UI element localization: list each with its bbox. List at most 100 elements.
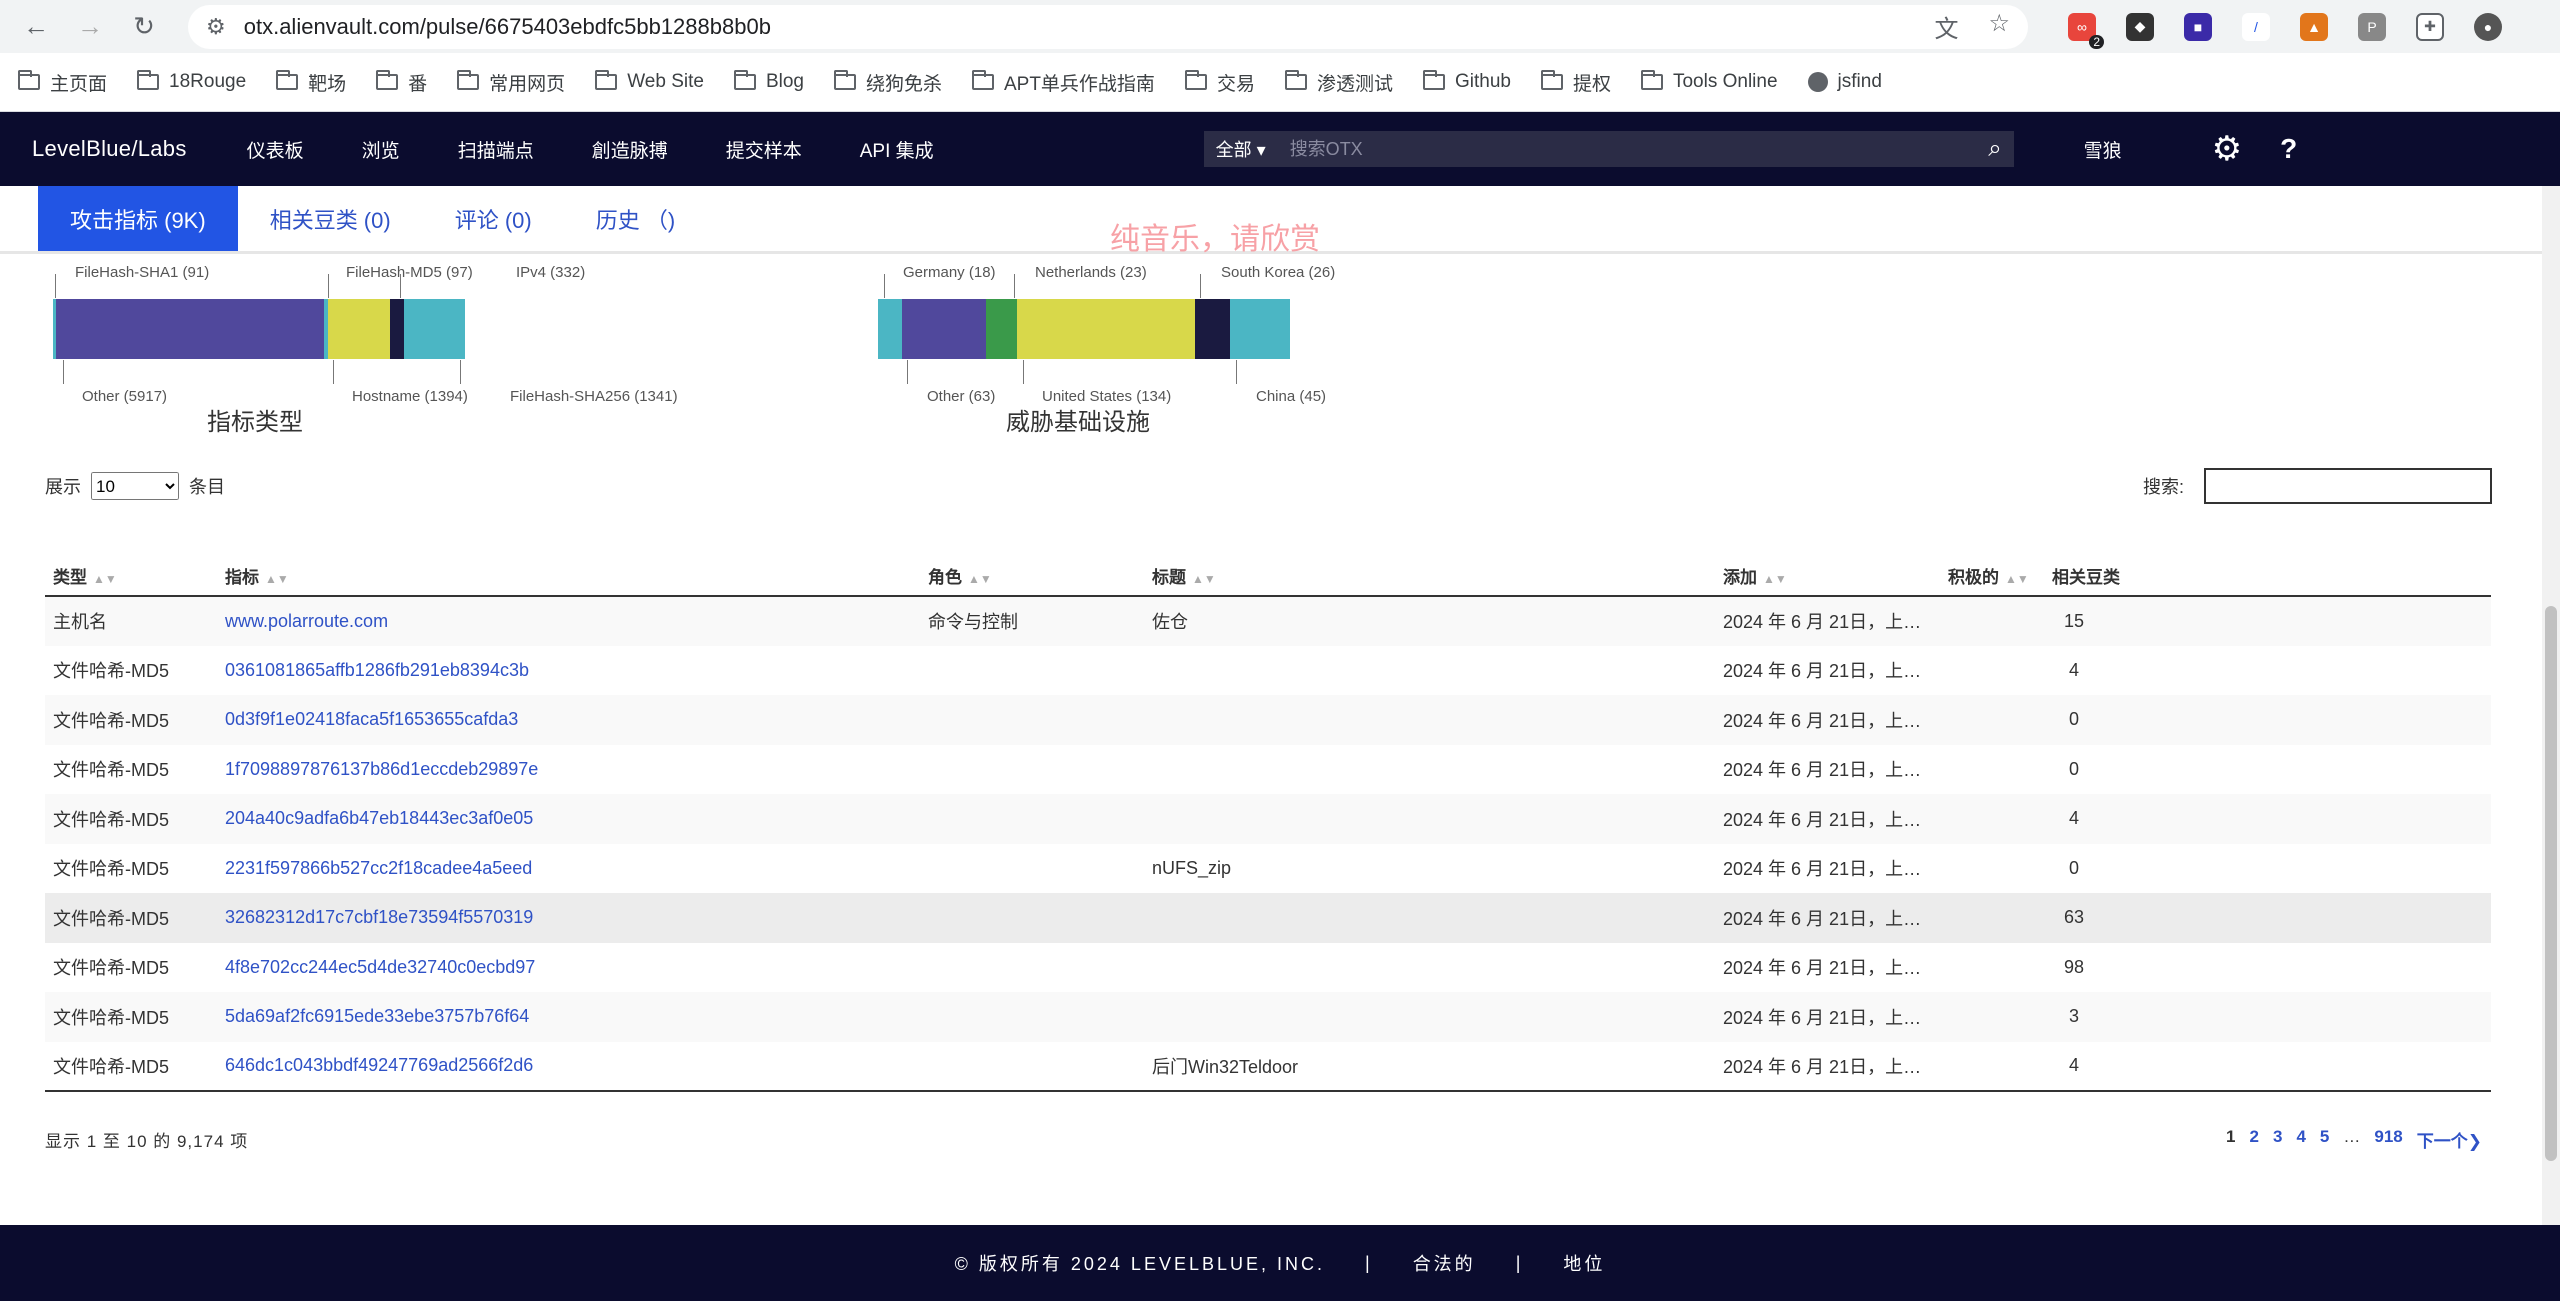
leader-line bbox=[460, 360, 461, 384]
cell-active bbox=[1940, 844, 2044, 894]
bookmark-folder[interactable]: Web Site bbox=[595, 70, 704, 93]
nav-item-dashboard[interactable]: 仪表板 bbox=[247, 136, 304, 163]
bookmark-folder[interactable]: 提权 bbox=[1540, 69, 1611, 96]
table-row[interactable]: 文件哈希-MD5 0d3f9f1e02418faca5f1653655cafda… bbox=[45, 695, 2491, 745]
bookmark-folder[interactable]: 靶场 bbox=[276, 69, 346, 96]
cell-indicator-link[interactable]: www.polarroute.com bbox=[217, 596, 920, 646]
column-header-added[interactable]: 添加 ▲▼ bbox=[1715, 556, 1940, 597]
site-footer: © 版权所有 2024 LEVELBLUE, INC. | 合法的 | 地位 bbox=[0, 1225, 2560, 1301]
cell-indicator-link[interactable]: 5da69af2fc6915ede33ebe3757b76f64 bbox=[217, 992, 920, 1042]
page-link[interactable]: 3 bbox=[2273, 1127, 2282, 1152]
bookmark-folder[interactable]: 绕狗免杀 bbox=[833, 69, 942, 96]
cell-indicator-link[interactable]: 204a40c9adfa6b47eb18443ec3af0e05 bbox=[217, 794, 920, 844]
bookmark-star-icon[interactable]: ☆ bbox=[1988, 9, 2010, 44]
table-row[interactable]: 文件哈希-MD5 32682312d17c7cbf18e73594f557031… bbox=[45, 893, 2491, 943]
nav-item-scan-endpoints[interactable]: 扫描端点 bbox=[458, 136, 534, 163]
table-row[interactable]: 文件哈希-MD5 4f8e702cc244ec5d4de32740c0ecbd9… bbox=[45, 943, 2491, 993]
column-header-role[interactable]: 角色 ▲▼ bbox=[920, 556, 1144, 597]
cell-related-pulses: 0 bbox=[2044, 844, 2491, 894]
spy-extension-icon[interactable]: ◆ bbox=[2126, 12, 2154, 41]
table-search-input[interactable] bbox=[2204, 468, 2492, 504]
fox-extension-icon[interactable]: ▲ bbox=[2300, 12, 2328, 41]
cell-indicator-link[interactable]: 0361081865affb1286fb291eb8394c3b bbox=[217, 646, 920, 696]
gear-icon[interactable]: ⚙ bbox=[2212, 129, 2242, 169]
table-row[interactable]: 文件哈希-MD5 0361081865affb1286fb291eb8394c3… bbox=[45, 646, 2491, 696]
page-scrollbar[interactable] bbox=[2542, 186, 2560, 1225]
tab-indicators[interactable]: 攻击指标 (9K) bbox=[38, 186, 238, 251]
column-header-title[interactable]: 标题 ▲▼ bbox=[1144, 556, 1715, 597]
table-row[interactable]: 文件哈希-MD5 1f7098897876137b86d1eccdeb29897… bbox=[45, 745, 2491, 795]
table-row[interactable]: 文件哈希-MD5 5da69af2fc6915ede33ebe3757b76f6… bbox=[45, 992, 2491, 1042]
translate-icon[interactable]: 文 bbox=[1934, 9, 1958, 44]
search-scope-dropdown[interactable]: 全部 ▾ bbox=[1216, 136, 1266, 162]
cell-title bbox=[1144, 794, 1715, 844]
column-header-indicator[interactable]: 指标 ▲▼ bbox=[217, 556, 920, 597]
p-extension-icon[interactable]: P bbox=[2358, 12, 2386, 41]
extension-icon[interactable]: ∞ 2 bbox=[2068, 12, 2104, 49]
cell-indicator-link[interactable]: 2231f597866b527cc2f18cadee4a5eed bbox=[217, 844, 920, 894]
page-size-select[interactable]: 10 bbox=[91, 472, 179, 500]
help-icon[interactable]: ? bbox=[2280, 133, 2297, 165]
bookmark-folder[interactable]: 主页面 bbox=[18, 69, 107, 96]
profile-avatar[interactable]: ● bbox=[2474, 12, 2502, 41]
bookmark-folder[interactable]: 交易 bbox=[1184, 69, 1255, 96]
cell-related-pulses: 98 bbox=[2044, 943, 2491, 993]
bookmarks-bar: 主页面 18Rouge 靶场 番 常用网页 Web Site Blog 绕狗免杀… bbox=[0, 53, 2560, 112]
nav-item-submit-sample[interactable]: 提交样本 bbox=[726, 136, 802, 163]
cell-role bbox=[920, 695, 1144, 745]
address-bar[interactable]: ⚙ otx.alienvault.com/pulse/6675403ebdfc5… bbox=[188, 4, 2028, 49]
table-row[interactable]: 文件哈希-MD5 646dc1c043bbdf49247769ad2566f2d… bbox=[45, 1041, 2491, 1092]
bookmark-folder[interactable]: 常用网页 bbox=[457, 69, 565, 96]
tab-history[interactable]: 历史 （) bbox=[564, 186, 707, 251]
cell-indicator-link[interactable]: 32682312d17c7cbf18e73594f5570319 bbox=[217, 893, 920, 943]
user-menu[interactable]: 雪狼 bbox=[2084, 136, 2122, 163]
next-page-button[interactable]: 下一个❯ bbox=[2417, 1127, 2482, 1152]
bookmark-folder[interactable]: Blog bbox=[733, 70, 804, 93]
bar-segment-hostname bbox=[56, 299, 324, 359]
cell-related-pulses: 0 bbox=[2044, 745, 2491, 795]
cell-indicator-link[interactable]: 0d3f9f1e02418faca5f1653655cafda3 bbox=[217, 695, 920, 745]
cell-indicator-link[interactable]: 646dc1c043bbdf49247769ad2566f2d6 bbox=[217, 1041, 920, 1092]
site-info-icon[interactable]: ⚙ bbox=[206, 14, 226, 40]
search-input[interactable] bbox=[1289, 138, 1989, 160]
back-icon[interactable]: ← bbox=[16, 7, 56, 47]
table-row[interactable]: 文件哈希-MD5 2231f597866b527cc2f18cadee4a5ee… bbox=[45, 844, 2491, 894]
page-link-last[interactable]: 918 bbox=[2374, 1127, 2402, 1152]
page-link[interactable]: 5 bbox=[2320, 1127, 2329, 1152]
url-text[interactable]: otx.alienvault.com/pulse/6675403ebdfc5bb… bbox=[244, 14, 1935, 40]
cube-extension-icon[interactable]: ■ bbox=[2184, 12, 2212, 41]
legal-link[interactable]: 合法的 bbox=[1413, 1250, 1476, 1276]
cell-indicator-link[interactable]: 4f8e702cc244ec5d4de32740c0ecbd97 bbox=[217, 943, 920, 993]
bookmark-label: 渗透测试 bbox=[1316, 73, 1393, 95]
page-link[interactable]: 4 bbox=[2296, 1127, 2305, 1152]
status-link[interactable]: 地位 bbox=[1563, 1250, 1605, 1276]
nav-item-create-pulse[interactable]: 創造脉搏 bbox=[592, 136, 668, 163]
bookmark-folder[interactable]: 18Rouge bbox=[137, 70, 246, 93]
search-icon[interactable]: ⌕ bbox=[1988, 135, 2001, 163]
scrollbar-thumb[interactable] bbox=[2545, 606, 2557, 1161]
bookmark-link[interactable]: jsfind bbox=[1807, 71, 1882, 93]
column-header-active[interactable]: 积极的 ▲▼ bbox=[1940, 556, 2044, 597]
column-header-type[interactable]: 类型 ▲▼ bbox=[45, 556, 217, 597]
bookmark-folder[interactable]: 番 bbox=[376, 69, 427, 96]
cell-indicator-link[interactable]: 1f7098897876137b86d1eccdeb29897e bbox=[217, 745, 920, 795]
bookmark-folder[interactable]: Github bbox=[1422, 70, 1511, 93]
bookmark-folder[interactable]: Tools Online bbox=[1640, 70, 1778, 93]
table-row[interactable]: 主机名 www.polarroute.com 命令与控制 佐仓 2024 年 6… bbox=[45, 596, 2491, 646]
table-row[interactable]: 文件哈希-MD5 204a40c9adfa6b47eb18443ec3af0e0… bbox=[45, 794, 2491, 844]
nav-item-browse[interactable]: 浏览 bbox=[362, 136, 400, 163]
page-link-current[interactable]: 1 bbox=[2226, 1127, 2235, 1152]
tab-related-pulses[interactable]: 相关豆类 (0) bbox=[238, 186, 423, 251]
reload-icon[interactable]: ↻ bbox=[124, 7, 164, 47]
bookmark-folder[interactable]: 渗透测试 bbox=[1284, 69, 1393, 96]
puzzle-extension-icon[interactable]: ✚ bbox=[2416, 12, 2444, 41]
bookmark-folder[interactable]: APT单兵作战指南 bbox=[971, 69, 1155, 96]
tab-comments[interactable]: 评论 (0) bbox=[423, 186, 564, 251]
nav-item-api-integration[interactable]: API 集成 bbox=[860, 136, 934, 163]
label-other: Other (63) bbox=[927, 388, 996, 405]
site-logo[interactable]: LevelBlue/Labs bbox=[32, 136, 187, 162]
page-link[interactable]: 2 bbox=[2250, 1127, 2259, 1152]
pen-extension-icon[interactable]: / bbox=[2242, 12, 2270, 41]
next-label: 下一个 bbox=[2416, 1132, 2468, 1151]
forward-icon[interactable]: → bbox=[70, 7, 110, 47]
